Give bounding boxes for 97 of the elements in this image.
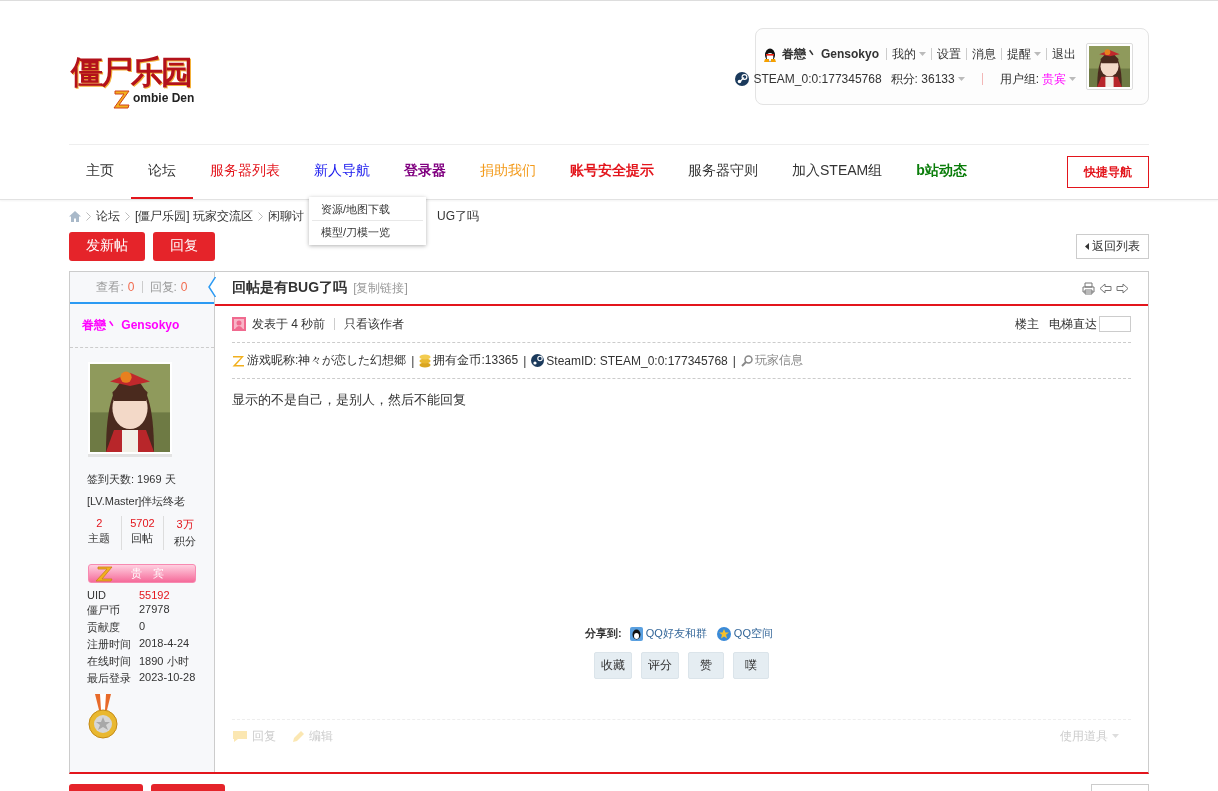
- floor-input[interactable]: [1099, 316, 1131, 332]
- user-menu-link[interactable]: 提醒: [1007, 45, 1041, 63]
- user-menu-link[interactable]: 退出: [1052, 45, 1076, 63]
- steam-id: STEAM_0:0:177345768: [753, 72, 882, 86]
- home-icon[interactable]: [69, 210, 81, 222]
- stat-value[interactable]: 2: [78, 517, 121, 529]
- stat-label: 主题: [87, 531, 112, 546]
- nav-tab[interactable]: 主页: [69, 145, 131, 199]
- floor-label: 楼主: [1015, 315, 1039, 333]
- medal-icon: [87, 694, 119, 740]
- separator-text: |: [732, 353, 736, 368]
- post-action-button[interactable]: 赞: [688, 652, 724, 679]
- caret-icon: [957, 77, 965, 81]
- breadcrumb-link[interactable]: [僵尸乐园] 玩家交流区: [135, 207, 253, 225]
- site-logo[interactable]: 僵尸乐园 ombie Den: [69, 51, 217, 113]
- info-text: 拥有金币:13365: [433, 352, 519, 369]
- post-button[interactable]: 回复: [153, 231, 215, 261]
- stat-label: 回复:: [149, 278, 177, 296]
- user-menu-link[interactable]: 设置: [937, 45, 961, 63]
- caret-icon: [1112, 734, 1119, 738]
- pencil-icon: [292, 729, 305, 743]
- right-arrow-icon[interactable]: [1116, 281, 1129, 295]
- nav-tab[interactable]: b站动态: [899, 145, 984, 199]
- jump-label: 电梯直达: [1049, 315, 1097, 333]
- info-label: 最后登录: [87, 671, 132, 686]
- username: 眷戀丶 Gensokyo: [781, 45, 879, 63]
- post-body: 显示的不是自己，是别人，然后不能回复: [232, 391, 467, 409]
- stat-label: 积分: [173, 534, 198, 549]
- stat-label: 查看:: [96, 278, 124, 296]
- post-time: 发表于 4 秒前: [252, 315, 326, 333]
- post-action-button[interactable]: 评分: [641, 652, 679, 679]
- share-label: 分享到:: [585, 626, 622, 641]
- info-text: 游戏昵称:神々が恋した幻想郷: [247, 352, 407, 369]
- triangle-icon: [1085, 242, 1089, 250]
- nav-tab[interactable]: 服务器列表: [193, 145, 297, 199]
- nav-tab[interactable]: 新人导航: [297, 145, 387, 199]
- menu-item[interactable]: 模型/刀模一览: [312, 221, 423, 243]
- post-action-button[interactable]: 收藏: [594, 652, 632, 679]
- star-icon: [716, 626, 731, 641]
- breadcrumb-link[interactable]: 闲聊讨: [268, 207, 304, 225]
- user-menu-link[interactable]: 我的: [892, 45, 926, 63]
- nav-tab[interactable]: 论坛: [131, 145, 193, 199]
- checkin-days: 签到天数: 1969 天: [70, 469, 214, 489]
- stat-value[interactable]: 3万: [164, 517, 206, 532]
- caret-icon: [1069, 77, 1076, 81]
- coins-icon: [419, 353, 432, 368]
- penguin-icon: [762, 46, 777, 62]
- reply-count: 0: [180, 280, 188, 294]
- thread-title: 回帖是有BUG了吗: [232, 279, 348, 297]
- info-value: 2023-10-28: [139, 671, 197, 685]
- share-link[interactable]: QQ好友和群: [629, 626, 707, 641]
- info-text: SteamID: STEAM_0:0:177345768: [546, 353, 728, 368]
- steam-icon: [531, 354, 545, 367]
- quick-nav-button[interactable]: 快捷导航: [1067, 156, 1149, 188]
- info-label: 在线时间: [87, 654, 132, 669]
- left-arrow-icon[interactable]: [1099, 281, 1112, 295]
- print-icon[interactable]: [1082, 281, 1095, 295]
- search-icon: [740, 354, 753, 367]
- user-menu-link[interactable]: 消息: [972, 45, 996, 63]
- user-group-badge: 贵 宾: [88, 564, 196, 583]
- info-label: 僵尸币: [87, 603, 121, 618]
- info-value: 27978: [139, 603, 171, 617]
- share-link[interactable]: QQ空间: [716, 626, 773, 641]
- nav-tab[interactable]: 加入STEAM组: [775, 145, 900, 199]
- speech-bubble-icon: [232, 729, 248, 743]
- info-value: 2018-4-24: [139, 637, 191, 651]
- points-link[interactable]: 积分: 36133: [890, 70, 965, 88]
- info-label: UID: [87, 589, 107, 601]
- view-count: 0: [127, 280, 135, 294]
- info-value: 0: [139, 620, 147, 634]
- breadcrumb-link[interactable]: 论坛: [96, 207, 120, 225]
- letter-z-icon: [113, 89, 131, 109]
- letter-z-icon: [232, 354, 245, 367]
- user-level: [LV.Master]伴坛终老: [86, 494, 187, 509]
- menu-item[interactable]: 资源/地图下载: [312, 199, 423, 221]
- penguin-icon: [629, 626, 643, 641]
- letter-z-icon: [95, 565, 115, 582]
- nav-tab[interactable]: 账号安全提示: [553, 145, 671, 199]
- info-value: 1890 小时: [139, 654, 190, 669]
- steam-icon: [734, 72, 749, 86]
- post-action-button[interactable]: 噗: [733, 652, 769, 679]
- nav-tab[interactable]: 登录器: [387, 145, 463, 199]
- nav-tab[interactable]: 服务器守则: [671, 145, 775, 199]
- user-group-link[interactable]: 用户组: 贵宾: [999, 70, 1076, 88]
- stat-value[interactable]: 5702: [121, 517, 164, 529]
- separator-text: |: [523, 353, 527, 368]
- separator-text: |: [411, 353, 415, 368]
- profile-link[interactable]: 玩家信息: [754, 352, 803, 369]
- info-label: 注册时间: [87, 637, 132, 652]
- stat-label: 回帖: [130, 531, 155, 546]
- author-only-link[interactable]: 只看该作者: [344, 315, 405, 333]
- info-value: 55192: [139, 589, 171, 601]
- back-button[interactable]: 返回列表: [1076, 233, 1149, 259]
- user-icon: [232, 317, 246, 331]
- breadcrumb-link[interactable]: UG了吗: [437, 207, 479, 225]
- info-label: 贡献度: [87, 620, 121, 635]
- post-button[interactable]: 发新帖: [69, 231, 145, 261]
